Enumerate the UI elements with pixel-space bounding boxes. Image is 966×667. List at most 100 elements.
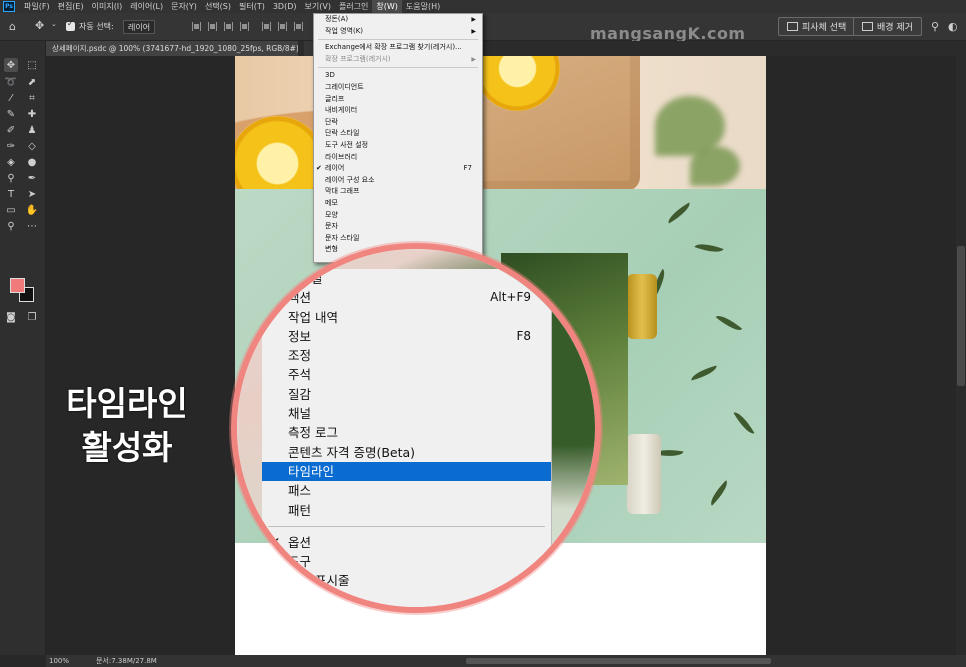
hand-tool-icon[interactable]: ✋ xyxy=(25,203,39,217)
document-size[interactable]: 문서:7.38M/27.8M xyxy=(88,656,157,666)
select-subject-button[interactable]: 피사체 선택 xyxy=(778,17,856,36)
more-tools-icon[interactable]: ⋯ xyxy=(25,219,39,233)
document-tab-title: 상세페이지.psdc @ 100% (3741677-hd_1920_1080_… xyxy=(52,44,298,53)
menu-view[interactable]: 보기(V) xyxy=(301,0,335,13)
menu-item[interactable]: 라이브러리 xyxy=(314,152,482,164)
menu-item[interactable]: 3D xyxy=(314,70,482,82)
photoshop-logo-icon[interactable]: Ps xyxy=(3,1,15,12)
share-icon[interactable]: ◐ xyxy=(948,20,958,33)
zoom-tool-icon[interactable]: ⚲ xyxy=(4,219,18,233)
menu-item-label: 라이브러리 xyxy=(325,152,358,161)
distribute-icon[interactable] xyxy=(240,22,249,31)
lasso-tool-icon[interactable]: ➰ xyxy=(4,75,18,89)
menu-item[interactable]: 내비게이터 xyxy=(314,105,482,117)
auto-select-dropdown[interactable]: 레이어 xyxy=(123,20,156,34)
align-center-icon[interactable] xyxy=(208,22,217,31)
magic-wand-tool-icon[interactable]: ⁄ xyxy=(4,91,18,105)
menu-item[interactable]: 막대 그래프 xyxy=(314,186,482,198)
marquee-tool-icon[interactable]: ⬚ xyxy=(25,58,39,72)
menu-item[interactable]: 그레이디언트 xyxy=(314,82,482,94)
menu-filter[interactable]: 필터(T) xyxy=(235,0,269,13)
paint-bucket-tool-icon[interactable]: ◈ xyxy=(4,155,18,169)
menu-item[interactable]: 콘텐츠 자격 증명(Beta) xyxy=(262,443,551,462)
menu-item[interactable]: 정돈(A) ▶ xyxy=(314,14,482,26)
menu-type[interactable]: 문자(Y) xyxy=(167,0,201,13)
menu-item[interactable]: 채널 xyxy=(262,404,551,423)
screen-mode-icon[interactable]: ❐ xyxy=(25,310,39,324)
clone-stamp-tool-icon[interactable]: ♟ xyxy=(25,123,39,137)
menu-item[interactable]: 액션 Alt+F9 xyxy=(262,288,551,307)
menu-item[interactable]: 작업 표시줄 xyxy=(262,571,551,590)
menu-select[interactable]: 선택(S) xyxy=(201,0,235,13)
pen-tool-icon[interactable]: ✒ xyxy=(25,171,39,185)
menu-edit[interactable]: 편집(E) xyxy=(54,0,88,13)
eraser-tool-icon[interactable]: ◇ xyxy=(25,139,39,153)
menu-item[interactable]: 주석 xyxy=(262,365,551,384)
move-tool-icon[interactable]: ✥ xyxy=(4,58,18,72)
brush-tool-icon[interactable]: ✐ xyxy=(4,123,18,137)
dodge-tool-icon[interactable]: ⚲ xyxy=(4,171,18,185)
align-top-icon[interactable] xyxy=(262,22,271,31)
menu-item[interactable]: 작업 내역 xyxy=(262,308,551,327)
menu-item[interactable]: 모양 xyxy=(314,210,482,222)
menu-layer[interactable]: 레이어(L) xyxy=(126,0,167,13)
align-left-icon[interactable] xyxy=(192,22,201,31)
menu-help[interactable]: 도움말(H) xyxy=(402,0,444,13)
menu-item-label: Exchange에서 확장 프로그램 찾기(레거시)... xyxy=(325,43,462,52)
history-brush-tool-icon[interactable]: ✑ xyxy=(4,139,18,153)
align-right-icon[interactable] xyxy=(224,22,233,31)
menu-item[interactable]: 단락 xyxy=(314,117,482,129)
menu-item[interactable]: Exchange에서 확장 프로그램 찾기(레거시)... xyxy=(314,42,482,54)
menu-item[interactable]: 패턴 xyxy=(262,501,551,520)
menu-item[interactable]: 단락 스타일 xyxy=(314,128,482,140)
type-tool-icon[interactable]: T xyxy=(4,187,18,201)
menu-item[interactable]: 질감 xyxy=(262,385,551,404)
object-select-tool-icon[interactable]: ⬈ xyxy=(25,75,39,89)
menu-window[interactable]: 창(W) xyxy=(372,0,402,13)
options-bar: ⌂ ✥ ⌄ 자동 선택: 레이어 mangsangK.com 피사체 선택 배경… xyxy=(0,13,966,43)
menu-item[interactable]: ✔ 옵션 xyxy=(262,533,551,552)
menu-item[interactable]: ✔ 레이어 F7 xyxy=(314,163,482,175)
home-icon[interactable]: ⌂ xyxy=(9,20,16,33)
menu-item-label: 스타일 xyxy=(288,271,323,286)
menu-item[interactable]: 스타일 xyxy=(262,269,551,288)
menu-item[interactable]: 도구 사전 설정 xyxy=(314,140,482,152)
align-bottom-icon[interactable] xyxy=(294,22,303,31)
menu-image[interactable]: 이미지(I) xyxy=(88,0,127,13)
menu-item[interactable]: 작업 영역(K) ▶ xyxy=(314,26,482,38)
rectangle-tool-icon[interactable]: ▭ xyxy=(4,203,18,217)
menu-3d[interactable]: 3D(D) xyxy=(269,0,301,13)
crop-tool-icon[interactable]: ⌗ xyxy=(25,91,39,105)
move-tool-icon[interactable]: ✥ xyxy=(35,19,44,32)
vertical-scrollbar[interactable] xyxy=(956,56,966,655)
menu-item[interactable]: 정보 F8 xyxy=(262,327,551,346)
path-select-tool-icon[interactable]: ➤ xyxy=(25,187,39,201)
menu-item[interactable]: 도구 xyxy=(262,552,551,571)
auto-select-checkbox[interactable] xyxy=(66,19,75,31)
menu-item[interactable]: 문자 xyxy=(314,221,482,233)
align-middle-icon[interactable] xyxy=(278,22,287,31)
blur-tool-icon[interactable]: ● xyxy=(25,155,39,169)
menu-item[interactable]: 글리프 xyxy=(314,94,482,106)
zoom-level[interactable]: 100% xyxy=(46,657,88,665)
menu-item[interactable]: 조정 xyxy=(262,346,551,365)
document-tab[interactable]: 상세페이지.psdc @ 100% (3741677-hd_1920_1080_… xyxy=(46,41,298,56)
olive-leaf xyxy=(694,239,724,257)
menu-item[interactable]: 문자 스타일 xyxy=(314,233,482,245)
horizontal-scroll-thumb[interactable] xyxy=(466,658,771,664)
quick-mask-icon[interactable]: ◙ xyxy=(4,310,18,324)
menu-item[interactable]: 타임라인 xyxy=(262,461,551,482)
menu-item[interactable]: 측정 로그 xyxy=(262,423,551,442)
foreground-color-swatch[interactable] xyxy=(10,278,25,293)
eyedropper-tool-icon[interactable]: ✎ xyxy=(4,107,18,121)
vertical-scroll-thumb[interactable] xyxy=(957,246,965,386)
remove-background-button[interactable]: 배경 제거 xyxy=(853,17,922,36)
menu-item[interactable]: 메모 xyxy=(314,198,482,210)
menu-item[interactable]: 레이어 구성 요소 xyxy=(314,175,482,187)
menu-plugins[interactable]: 플러그인 xyxy=(335,0,372,13)
chevron-down-icon[interactable]: ⌄ xyxy=(51,20,57,28)
search-icon[interactable]: ⚲ xyxy=(931,20,939,33)
healing-brush-tool-icon[interactable]: ✚ xyxy=(25,107,39,121)
menu-item[interactable]: 패스 xyxy=(262,481,551,500)
menu-file[interactable]: 파일(F) xyxy=(20,0,54,13)
